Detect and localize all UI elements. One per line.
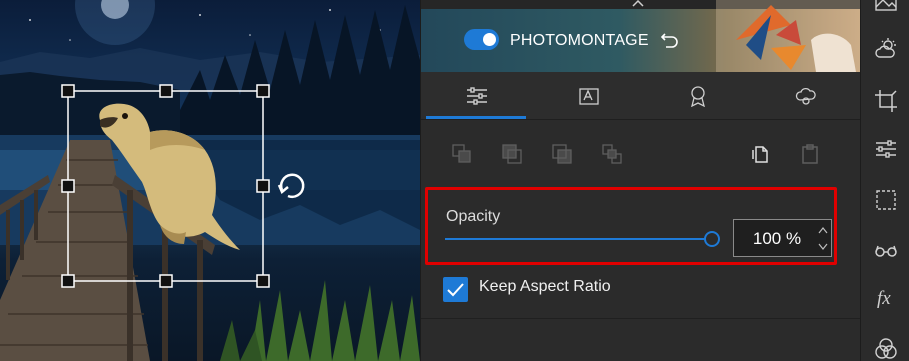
photo-canvas[interactable]	[0, 0, 420, 361]
scene-image	[0, 0, 420, 361]
photomontage-toggle[interactable]	[464, 29, 499, 50]
weather-icon[interactable]	[874, 37, 898, 61]
sliders-icon	[467, 87, 487, 105]
glasses-icon[interactable]	[874, 238, 898, 262]
crop-icon[interactable]	[874, 89, 898, 113]
keep-aspect-ratio-option[interactable]: Keep Aspect Ratio	[443, 275, 743, 302]
opacity-value-input[interactable]: 100 %	[733, 219, 832, 257]
side-toolbar: fx	[860, 0, 909, 361]
properties-panel: PHOTOMONTAGE Opacity 100 % Keep Aspect R…	[420, 0, 861, 361]
checkmark-icon	[447, 283, 464, 297]
image-icon[interactable]	[874, 0, 898, 14]
fx-icon[interactable]: fx	[877, 288, 891, 310]
tab-text[interactable]	[538, 72, 638, 119]
divider	[421, 318, 861, 319]
copy-icon[interactable]	[749, 143, 771, 165]
panel-tabs	[421, 72, 861, 120]
send-backward-icon[interactable]	[551, 143, 573, 165]
bring-forward-icon[interactable]	[501, 143, 523, 165]
bring-to-front-icon[interactable]	[451, 143, 473, 165]
keep-aspect-ratio-checkbox[interactable]	[443, 277, 468, 302]
photomontage-label: PHOTOMONTAGE	[510, 32, 649, 49]
spin-down-icon[interactable]	[817, 239, 829, 255]
opacity-slider-track[interactable]	[445, 238, 707, 240]
tab-layers[interactable]	[755, 72, 855, 119]
spin-up-icon[interactable]	[817, 222, 829, 238]
layer-tools	[421, 120, 861, 186]
color-circles-icon[interactable]	[874, 337, 898, 361]
opacity-section: Opacity 100 %	[425, 187, 837, 265]
paste-icon[interactable]	[799, 143, 821, 165]
opacity-value: 100 %	[752, 229, 802, 248]
undo-icon[interactable]	[659, 29, 681, 51]
keep-aspect-ratio-label: Keep Aspect Ratio	[479, 278, 611, 295]
chevron-up-icon[interactable]	[631, 0, 645, 8]
send-to-back-icon[interactable]	[601, 143, 623, 165]
tangram-illustration	[716, 0, 861, 72]
badge-icon	[691, 86, 705, 107]
adjust-icon[interactable]	[874, 137, 898, 161]
opacity-label: Opacity	[446, 208, 501, 225]
opacity-slider-thumb[interactable]	[704, 231, 720, 247]
selection-icon[interactable]	[874, 188, 898, 212]
tab-badge[interactable]	[647, 72, 747, 119]
layers-cloud-icon	[795, 87, 816, 105]
tab-adjust[interactable]	[426, 72, 526, 119]
photomontage-banner: PHOTOMONTAGE	[421, 0, 861, 72]
toggle-knob	[483, 33, 496, 46]
text-box-icon	[579, 88, 599, 105]
